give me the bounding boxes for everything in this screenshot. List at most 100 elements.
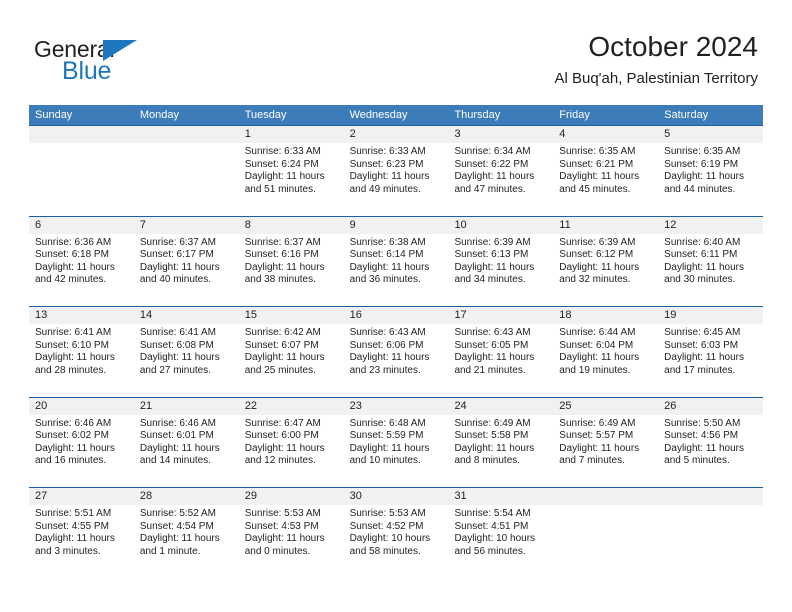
calendar-day-cell[interactable]: 6 Sunrise: 6:36 AM Sunset: 6:18 PM Daylight… xyxy=(29,215,134,307)
day-sun-info: Sunrise: 6:45 AM Sunset: 6:03 PM Daylight:… xyxy=(658,324,763,377)
calendar-day-cell[interactable]: 16 Sunrise: 6:43 AM Sunset: 6:06 PM Dayligh… xyxy=(343,306,449,397)
day-number: 10 xyxy=(448,216,554,234)
calendar-day-cell[interactable]: 27 Sunrise: 5:51 AM Sunset: 4:55 PM Dayligh… xyxy=(29,487,134,578)
sunset-text: Sunset: 6:00 PM xyxy=(244,430,319,442)
weekday-header-saturday: Saturday xyxy=(664,109,709,121)
calendar-day-cell[interactable]: 9 Sunrise: 6:38 AM Sunset: 6:14 PM Daylight… xyxy=(343,215,449,307)
day-number: 2 xyxy=(343,126,449,143)
daylight-text: Daylight: 11 hours and 3 minutes. xyxy=(35,533,115,557)
sunset-text: Sunset: 6:05 PM xyxy=(454,339,529,351)
day-sun-info: Sunrise: 6:42 AM Sunset: 6:07 PM Daylight:… xyxy=(239,324,344,377)
general-blue-logo[interactable]: General Blue xyxy=(34,36,254,88)
day-number: 29 xyxy=(238,488,344,505)
sunrise-text: Sunrise: 5:51 AM xyxy=(35,508,112,519)
daylight-text: Daylight: 10 hours and 58 minutes. xyxy=(349,533,431,557)
calendar-day-cell[interactable]: 7 Sunrise: 6:37 AM Sunset: 6:17 PM Daylight… xyxy=(133,215,239,307)
calendar-day-cell[interactable]: 22 Sunrise: 6:47 AM Sunset: 6:00 PM Dayligh… xyxy=(238,396,344,488)
calendar-day-cell[interactable]: 31 Sunrise: 5:54 AM Sunset: 4:51 PM Dayligh… xyxy=(448,487,554,578)
day-number: 11 xyxy=(553,216,659,234)
calendar-day-cell[interactable]: 28 Sunrise: 5:52 AM Sunset: 4:54 PM Dayligh… xyxy=(133,487,239,578)
daylight-text: Daylight: 11 hours and 34 minutes. xyxy=(454,261,535,286)
calendar-day-cell[interactable]: 5 Sunrise: 6:35 AM Sunset: 6:19 PM Daylight… xyxy=(658,125,764,216)
calendar-day-cell[interactable]: 21 Sunrise: 6:46 AM Sunset: 6:01 PM Dayligh… xyxy=(133,396,239,488)
daylight-text: Daylight: 11 hours and 44 minutes. xyxy=(664,171,745,195)
daylight-text: Daylight: 11 hours and 21 minutes. xyxy=(454,352,535,376)
daylight-text: Daylight: 11 hours and 5 minutes. xyxy=(664,442,745,467)
calendar-day-cell[interactable]: 24 Sunrise: 6:49 AM Sunset: 5:58 PM Dayligh… xyxy=(448,396,554,488)
day-number: 17 xyxy=(448,307,554,324)
daylight-text: Daylight: 11 hours and 28 minutes. xyxy=(35,352,115,376)
calendar-day-cell[interactable]: 26 Sunrise: 5:50 AM Sunset: 4:56 PM Dayligh… xyxy=(658,396,764,488)
sunset-text: Sunset: 4:54 PM xyxy=(139,520,214,532)
day-sun-info: Sunrise: 6:37 AM Sunset: 6:17 PM Daylight:… xyxy=(134,234,239,287)
sunrise-text: Sunrise: 6:37 AM xyxy=(139,236,217,248)
sunset-text: Sunset: 4:51 PM xyxy=(454,520,529,532)
calendar-day-cell[interactable]: 19 Sunrise: 6:45 AM Sunset: 6:03 PM Dayligh… xyxy=(658,306,764,397)
calendar-day-cell[interactable]: 29 Sunrise: 5:53 AM Sunset: 4:53 PM Dayligh… xyxy=(238,487,344,578)
calendar-day-cell[interactable]: 17 Sunrise: 6:43 AM Sunset: 6:05 PM Dayligh… xyxy=(448,306,554,397)
daylight-text: Daylight: 11 hours and 40 minutes. xyxy=(139,261,220,286)
calendar-day-cell[interactable]: 8 Sunrise: 6:37 AM Sunset: 6:16 PM Daylight… xyxy=(238,215,344,307)
sunrise-text: Sunrise: 6:33 AM xyxy=(349,146,426,157)
sunset-text: Sunset: 6:17 PM xyxy=(139,249,214,261)
daylight-text: Daylight: 11 hours and 51 minutes. xyxy=(244,171,325,195)
day-number: 9 xyxy=(343,216,449,234)
calendar-day-cell[interactable]: 25 Sunrise: 6:49 AM Sunset: 5:57 PM Dayligh… xyxy=(553,396,659,488)
calendar-grid: Sunday Monday Tuesday Wednesday Thursday Frid… xyxy=(29,105,764,578)
calendar-day-cell[interactable]: 4 Sunrise: 6:35 AM Sunset: 6:21 PM Daylight… xyxy=(553,125,659,216)
daylight-text: Daylight: 11 hours and 7 minutes. xyxy=(559,442,640,467)
calendar-day-cell[interactable]: 13 Sunrise: 6:41 AM Sunset: 6:10 PM Dayligh… xyxy=(29,306,134,397)
sunrise-text: Sunrise: 6:49 AM xyxy=(454,417,531,429)
sunset-text: Sunset: 6:19 PM xyxy=(664,158,739,170)
calendar-page: General Blue October 2024 Al Buq'ah, Pal… xyxy=(0,0,792,612)
calendar-day-cell[interactable]: 30 Sunrise: 5:53 AM Sunset: 4:52 PM Dayligh… xyxy=(343,487,449,578)
day-sun-info: Sunrise: 6:43 AM Sunset: 6:05 PM Daylight:… xyxy=(448,324,553,377)
calendar-day-cell[interactable]: 18 Sunrise: 6:44 AM Sunset: 6:04 PM Dayligh… xyxy=(553,306,659,397)
page-title: October 2024 xyxy=(588,31,758,62)
daylight-text: Daylight: 11 hours and 38 minutes. xyxy=(244,261,325,286)
calendar-day-cell[interactable]: 11 Sunrise: 6:39 AM Sunset: 6:12 PM Dayligh… xyxy=(553,215,659,307)
calendar-day-cell-empty xyxy=(553,487,659,578)
weekday-header-friday: Friday xyxy=(559,109,590,121)
day-sun-info: Sunrise: 6:33 AM Sunset: 6:23 PM Daylight:… xyxy=(344,143,449,196)
sunset-text: Sunset: 6:10 PM xyxy=(35,339,109,351)
sunrise-text: Sunrise: 6:44 AM xyxy=(559,327,636,338)
sunset-text: Sunset: 6:12 PM xyxy=(559,249,634,261)
sunrise-text: Sunrise: 5:52 AM xyxy=(139,508,217,519)
calendar-day-cell[interactable]: 2 Sunrise: 6:33 AM Sunset: 6:23 PM Daylight… xyxy=(343,125,449,216)
calendar-week-row: 1 Sunrise: 6:33 AM Sunset: 6:24 PM Daylight… xyxy=(29,125,764,216)
calendar-day-cell[interactable]: 3 Sunrise: 6:34 AM Sunset: 6:22 PM Daylight… xyxy=(448,125,554,216)
sunrise-text: Sunrise: 5:53 AM xyxy=(244,508,321,519)
daylight-text: Daylight: 11 hours and 8 minutes. xyxy=(454,442,535,467)
sunrise-text: Sunrise: 6:49 AM xyxy=(559,417,636,429)
calendar-day-cell[interactable]: 1 Sunrise: 6:33 AM Sunset: 6:24 PM Daylight… xyxy=(238,125,344,216)
calendar-day-cell[interactable]: 20 Sunrise: 6:46 AM Sunset: 6:02 PM Dayligh… xyxy=(29,396,134,488)
day-number: 22 xyxy=(238,397,344,415)
daylight-text: Daylight: 11 hours and 16 minutes. xyxy=(35,442,115,467)
calendar-day-cell[interactable]: 14 Sunrise: 6:41 AM Sunset: 6:08 PM Dayligh… xyxy=(133,306,239,397)
day-sun-info: Sunrise: 6:41 AM Sunset: 6:10 PM Daylight:… xyxy=(29,324,134,377)
sunrise-text: Sunrise: 6:45 AM xyxy=(664,327,741,338)
day-number: 8 xyxy=(238,216,344,234)
day-number: 24 xyxy=(448,397,554,415)
day-sun-info: Sunrise: 6:34 AM Sunset: 6:22 PM Daylight:… xyxy=(448,143,553,196)
day-sun-info: Sunrise: 5:52 AM Sunset: 4:54 PM Daylight:… xyxy=(134,505,239,558)
calendar-day-cell[interactable]: 23 Sunrise: 6:48 AM Sunset: 5:59 PM Dayligh… xyxy=(343,396,449,488)
day-sun-info: Sunrise: 6:43 AM Sunset: 6:06 PM Daylight:… xyxy=(344,324,449,377)
day-sun-info: Sunrise: 6:35 AM Sunset: 6:19 PM Daylight:… xyxy=(658,143,763,196)
daylight-text: Daylight: 11 hours and 12 minutes. xyxy=(244,442,325,467)
day-sun-info: Sunrise: 6:33 AM Sunset: 6:24 PM Daylight:… xyxy=(239,143,344,196)
daylight-text: Daylight: 11 hours and 1 minute. xyxy=(139,533,220,557)
calendar-day-cell[interactable]: 15 Sunrise: 6:42 AM Sunset: 6:07 PM Dayligh… xyxy=(238,306,344,397)
day-number: 14 xyxy=(133,307,239,324)
day-sun-info: Sunrise: 6:49 AM Sunset: 5:58 PM Daylight:… xyxy=(448,415,553,468)
day-sun-info: Sunrise: 5:51 AM Sunset: 4:55 PM Daylight:… xyxy=(29,505,134,558)
sunset-text: Sunset: 5:57 PM xyxy=(559,430,634,442)
sunset-text: Sunset: 6:02 PM xyxy=(35,430,109,442)
calendar-day-cell[interactable]: 12 Sunrise: 6:40 AM Sunset: 6:11 PM Dayligh… xyxy=(658,215,764,307)
weekday-header-wednesday: Wednesday xyxy=(349,109,408,121)
day-number xyxy=(553,488,659,505)
sunset-text: Sunset: 6:21 PM xyxy=(559,158,634,170)
calendar-day-cell[interactable]: 10 Sunrise: 6:39 AM Sunset: 6:13 PM Dayligh… xyxy=(448,215,554,307)
sunset-text: Sunset: 6:04 PM xyxy=(559,339,634,351)
